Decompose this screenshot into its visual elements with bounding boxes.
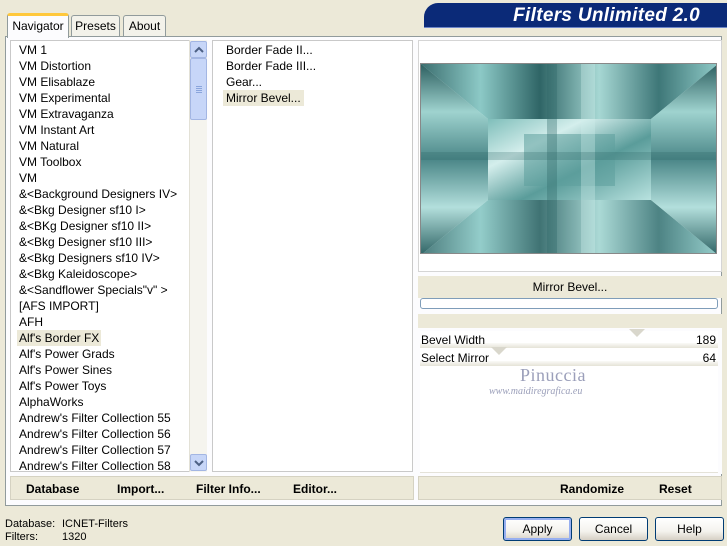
param-row-empty [420, 457, 718, 473]
bevel-width-slider-thumb[interactable] [629, 329, 645, 337]
category-item[interactable]: &<BKg Designer sf10 II> [17, 218, 153, 234]
database-button[interactable]: Database [26, 482, 79, 496]
cancel-button[interactable]: Cancel [579, 517, 648, 541]
tab-navigator[interactable]: Navigator [7, 13, 69, 38]
category-item[interactable]: VM Elisablaze [17, 74, 97, 90]
app-title: Filters Unlimited 2.0 [513, 5, 700, 26]
tab-about[interactable]: About [123, 15, 166, 36]
category-item[interactable]: VM Distortion [17, 58, 93, 74]
reset-button[interactable]: Reset [659, 482, 692, 496]
scroll-up-button[interactable] [190, 41, 207, 58]
category-item[interactable]: VM Instant Art [17, 122, 96, 138]
apply-button[interactable]: Apply [503, 517, 572, 541]
category-scrollbar[interactable] [189, 40, 207, 472]
param-row-bevel-width[interactable]: Bevel Width 189 [420, 329, 718, 350]
category-list[interactable]: VM 1 VM Distortion VM Elisablaze VM Experim… [10, 40, 207, 472]
category-item[interactable]: &<Sandflower Specials"v" > [17, 282, 170, 298]
preview-image[interactable] [420, 63, 717, 254]
param-label: Select Mirror [421, 351, 490, 365]
database-label: Database: [5, 518, 56, 530]
category-item[interactable]: &<Bkg Kaleidoscope> [17, 266, 139, 282]
category-item[interactable]: &<Bkg Designer sf10 I> [17, 202, 148, 218]
category-item[interactable]: &<Background Designers IV> [17, 186, 179, 202]
category-item[interactable]: Alf's Border FX [17, 330, 102, 346]
category-item[interactable]: Andrew's Filter Collection 58 [17, 458, 173, 471]
param-row-empty [420, 439, 718, 458]
category-item[interactable]: AFH [17, 314, 45, 330]
right-toolbar: Randomize Reset [418, 476, 722, 500]
randomize-button[interactable]: Randomize [560, 482, 624, 496]
filter-list[interactable]: Border Fade II... Border Fade III... Gear.… [212, 40, 413, 472]
category-item[interactable]: VM Extravaganza [17, 106, 116, 122]
category-item[interactable]: VM [17, 170, 39, 186]
title-banner: Filters Unlimited 2.0 [424, 3, 727, 28]
param-row-empty [420, 403, 718, 422]
category-item[interactable]: VM 1 [17, 42, 49, 58]
scroll-thumb[interactable] [190, 58, 207, 120]
filters-count: 1320 [62, 531, 87, 543]
progress-bar [420, 298, 718, 309]
scroll-down-button[interactable] [190, 454, 207, 471]
editor-button[interactable]: Editor... [293, 482, 337, 496]
category-item[interactable]: VM Natural [17, 138, 81, 154]
category-item[interactable]: VM Experimental [17, 90, 112, 106]
help-button[interactable]: Help [655, 517, 724, 541]
chevron-up-icon [194, 46, 204, 53]
category-item[interactable]: Andrew's Filter Collection 55 [17, 410, 173, 426]
filters-label: Filters: [5, 531, 38, 543]
filter-item[interactable]: Mirror Bevel... [223, 90, 304, 106]
filter-item[interactable]: Gear... [223, 74, 265, 90]
category-item[interactable]: Andrew's Filter Collection 57 [17, 442, 173, 458]
param-value[interactable]: 64 [703, 350, 716, 366]
chevron-down-icon [194, 460, 204, 467]
mirror-bevel-preview [421, 64, 716, 253]
watermark-url: www.maidiregrafica.eu [489, 386, 583, 397]
category-item[interactable]: Andrew's Filter Collection 56 [17, 426, 173, 442]
category-item[interactable]: &<Bkg Designer sf10 III> [17, 234, 154, 250]
watermark-name: Pinuccia [520, 365, 586, 385]
filter-item[interactable]: Border Fade II... [223, 42, 316, 58]
param-row-empty [420, 421, 718, 440]
category-item[interactable]: [AFS IMPORT] [17, 298, 101, 314]
database-value: ICNET-Filters [62, 518, 128, 530]
selected-filter-name: Mirror Bevel... [418, 276, 722, 298]
select-mirror-slider-thumb[interactable] [491, 347, 507, 355]
category-item[interactable]: &<Bkg Designers sf10 IV> [17, 250, 162, 266]
category-item[interactable]: Alf's Power Toys [17, 378, 108, 394]
import-button[interactable]: Import... [117, 482, 164, 496]
param-value[interactable]: 189 [696, 332, 716, 348]
slider-header [418, 314, 722, 328]
category-item[interactable]: Alf's Power Sines [17, 362, 114, 378]
category-item[interactable]: AlphaWorks [17, 394, 85, 410]
param-label: Bevel Width [421, 333, 486, 347]
tab-presets[interactable]: Presets [71, 15, 120, 36]
category-item[interactable]: Alf's Power Grads [17, 346, 117, 362]
filter-info-button[interactable]: Filter Info... [196, 482, 261, 496]
category-item[interactable]: VM Toolbox [17, 154, 83, 170]
left-toolbar: Database Import... Filter Info... Editor… [10, 476, 414, 500]
filter-item[interactable]: Border Fade III... [223, 58, 319, 74]
